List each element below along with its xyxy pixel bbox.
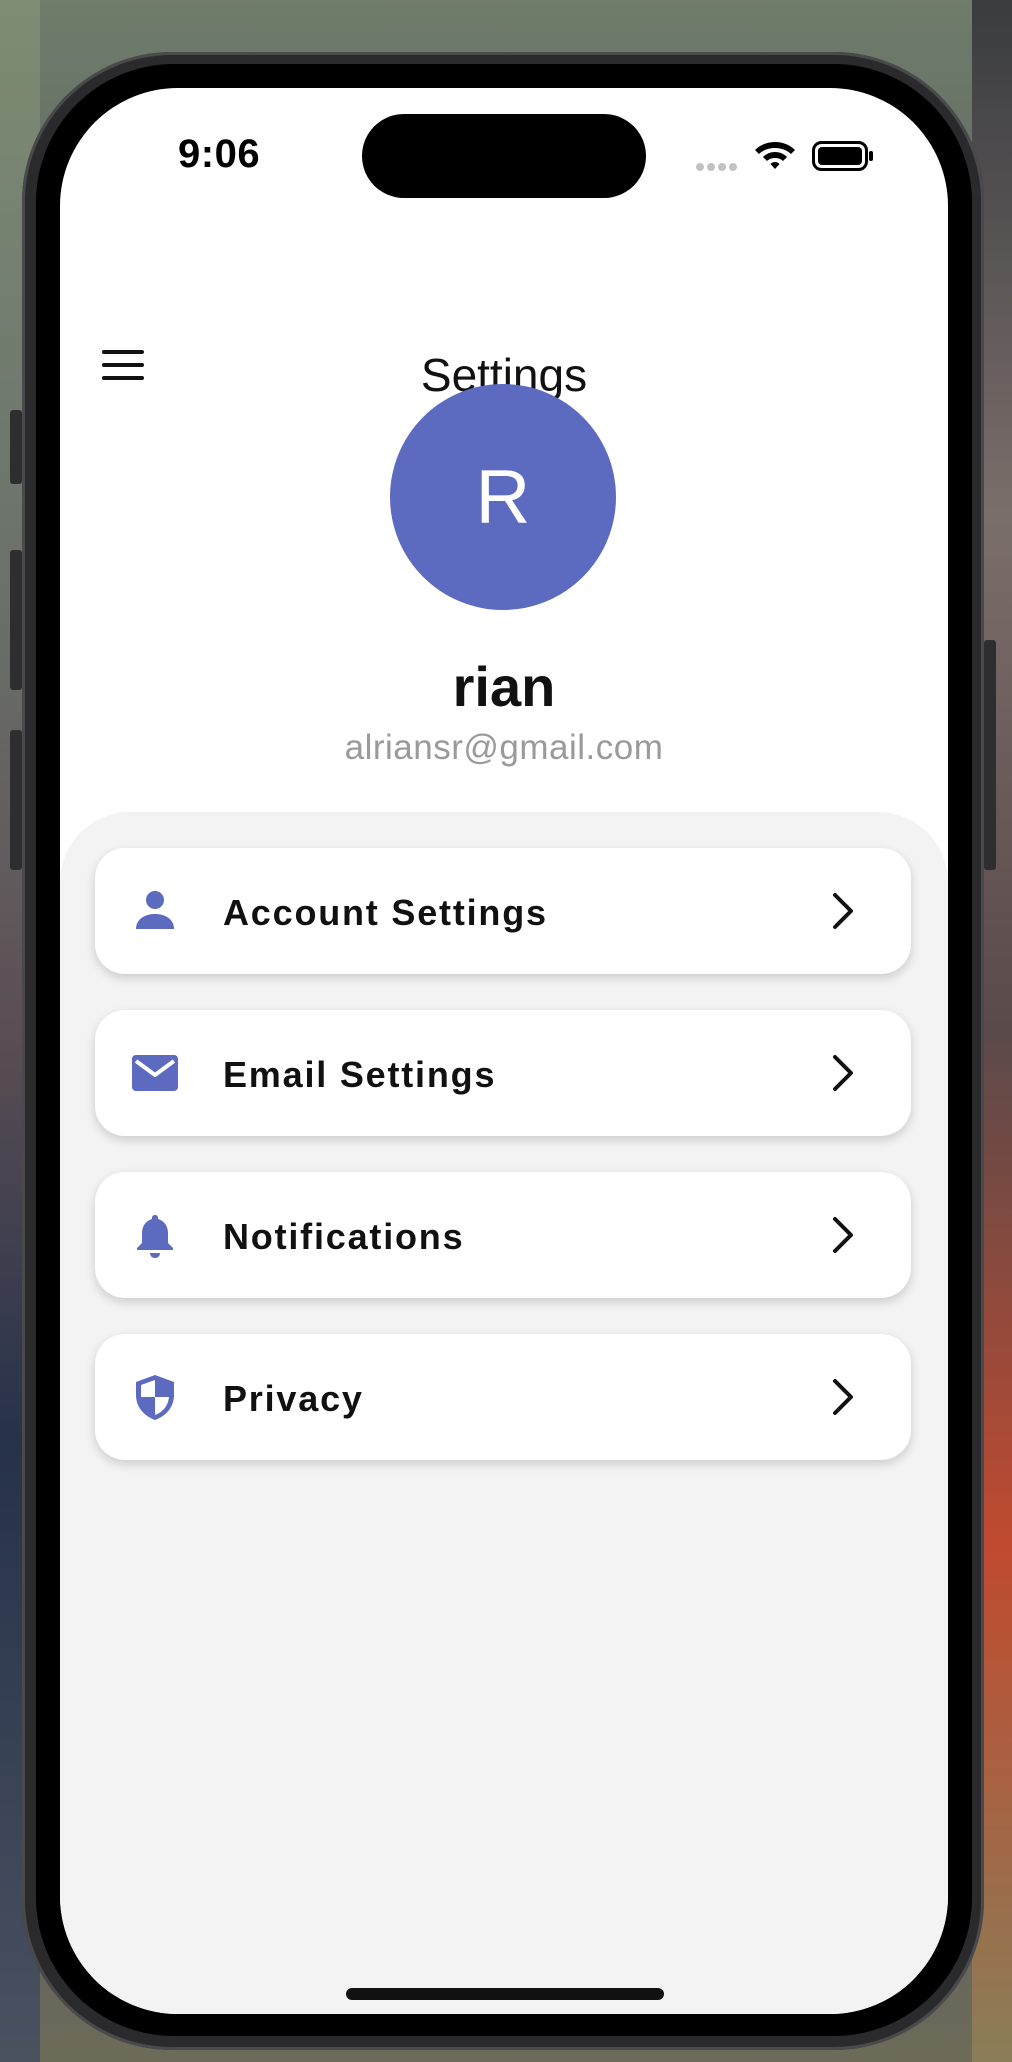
volume-up-button xyxy=(10,550,22,690)
chevron-right-icon xyxy=(833,1217,853,1253)
power-button xyxy=(984,640,996,870)
menu-item-account-settings[interactable]: Account Settings xyxy=(95,848,911,974)
dynamic-island xyxy=(362,114,646,198)
settings-panel: Account Settings Email Settings Notifica… xyxy=(60,812,948,2014)
chevron-right-icon xyxy=(833,893,853,929)
menu-item-label: Notifications xyxy=(223,1216,465,1257)
cellular-signal-icon xyxy=(696,158,744,171)
action-button xyxy=(10,410,22,484)
chevron-right-icon xyxy=(833,1055,853,1091)
volume-down-button xyxy=(10,730,22,870)
wifi-icon xyxy=(755,142,795,169)
chevron-right-icon xyxy=(833,1379,853,1415)
menu-item-email-settings[interactable]: Email Settings xyxy=(95,1010,911,1136)
user-name: rian xyxy=(452,655,556,718)
menu-item-label: Privacy xyxy=(223,1378,364,1419)
avatar: R xyxy=(390,384,616,610)
menu-item-notifications[interactable]: Notifications xyxy=(95,1172,911,1298)
shield-icon xyxy=(136,1375,174,1420)
home-indicator[interactable] xyxy=(346,1988,664,2000)
avatar-initial: R xyxy=(475,454,531,540)
status-time: 9:06 xyxy=(178,132,261,176)
menu-item-label: Account Settings xyxy=(223,892,548,933)
email-icon xyxy=(132,1055,178,1091)
person-icon xyxy=(136,891,174,929)
menu-item-privacy[interactable]: Privacy xyxy=(95,1334,911,1460)
status-bar: 9:06 xyxy=(60,88,948,228)
menu-item-label: Email Settings xyxy=(223,1054,497,1095)
bell-icon xyxy=(137,1215,173,1258)
user-email: alriansr@gmail.com xyxy=(344,728,664,767)
battery-icon xyxy=(812,141,873,171)
app-screen: 9:06 Settings R rian alriansr@gmail.com xyxy=(60,88,948,2014)
